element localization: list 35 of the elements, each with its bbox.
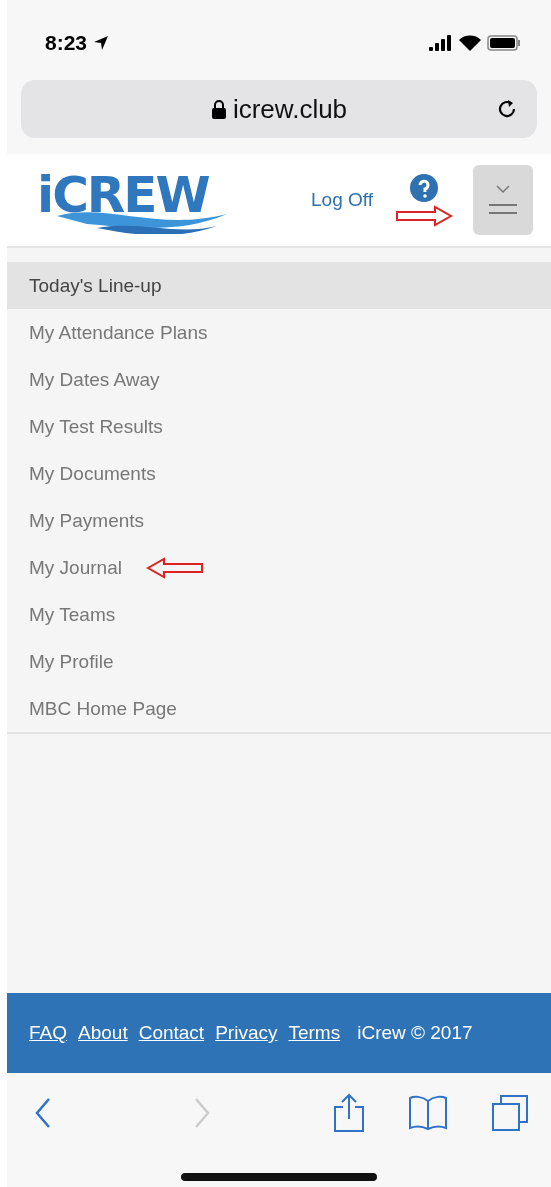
help-icon[interactable] [409,173,439,203]
book-icon[interactable] [408,1095,448,1131]
footer-link[interactable]: Privacy [215,1022,278,1044]
clock-time: 8:23 [45,31,88,55]
battery-icon [487,35,521,51]
lock-icon [210,99,227,119]
wifi-icon [459,35,481,51]
menu-item[interactable]: MBC Home Page [7,685,551,732]
menu-toggle-button[interactable] [473,165,533,235]
menu-item[interactable]: My Documents [7,450,551,497]
back-icon[interactable] [35,1098,51,1128]
menu-item[interactable]: Today's Line-up [7,262,551,309]
log-off-link[interactable]: Log Off [311,189,373,211]
menu-item[interactable]: My Test Results [7,403,551,450]
footer-link[interactable]: Contact [138,1022,205,1044]
tabs-icon[interactable] [491,1094,529,1132]
menu-icon [487,183,519,217]
location-icon [93,35,110,51]
footer-link[interactable]: Terms [288,1022,341,1044]
logo[interactable]: iCREW [37,166,237,234]
url-text: icrew.club [232,93,348,125]
menu-item[interactable]: My Payments [7,497,551,544]
footer-link[interactable]: About [78,1022,128,1044]
footer-link[interactable]: FAQ [29,1022,67,1044]
arrow-icon [395,205,453,227]
copyright-text: iCrew © 2017 [357,1022,473,1044]
menu-item[interactable]: My Dates Away [7,356,551,403]
menu-item[interactable]: My Attendance Plans [7,309,551,356]
menu-item[interactable]: My Teams [7,591,551,638]
arrow-icon [145,556,204,579]
signal-icon [429,35,453,51]
address-bar[interactable]: icrew.club [21,80,537,138]
menu-item[interactable]: My Profile [7,638,551,685]
menu-item[interactable]: My Journal [7,544,551,591]
share-icon[interactable] [333,1093,365,1133]
